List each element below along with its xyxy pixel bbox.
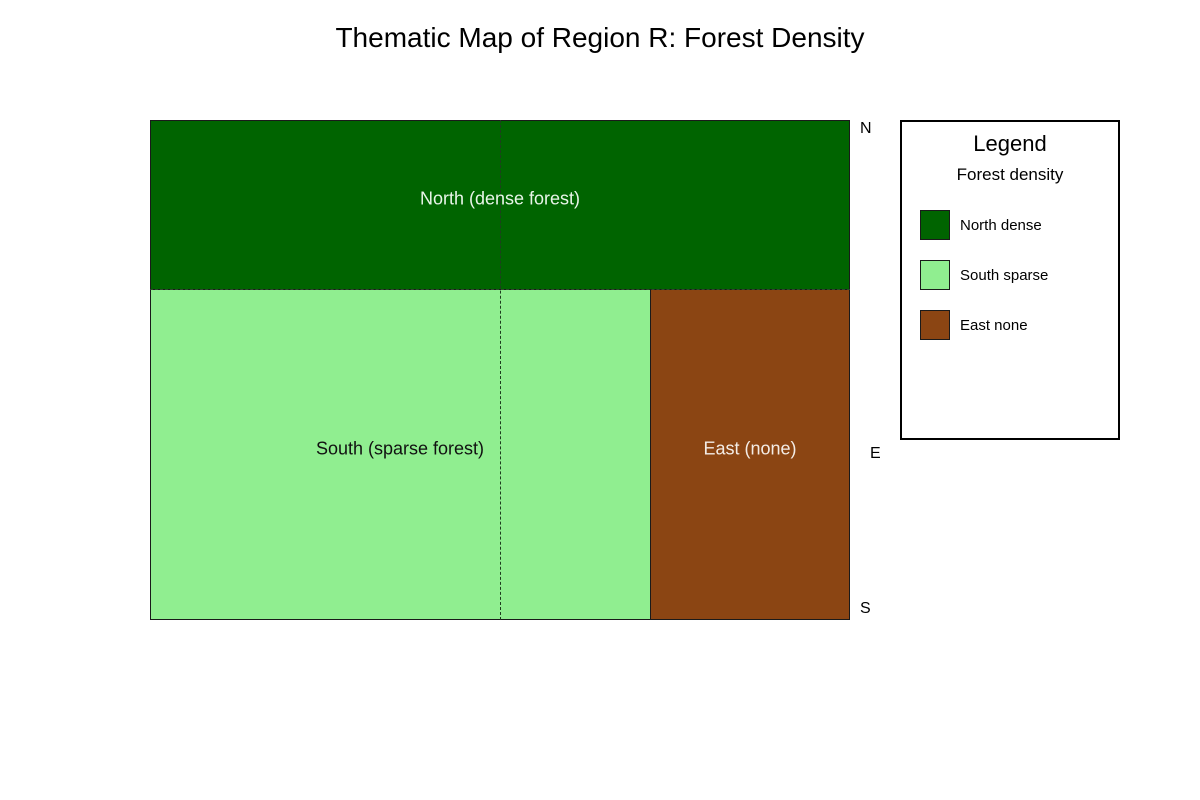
legend-title: Legend bbox=[973, 131, 1047, 156]
legend-subtitle: Forest density bbox=[956, 165, 1064, 184]
region-east-label: East (none) bbox=[703, 438, 797, 459]
compass-north-label: N bbox=[860, 120, 872, 137]
compass-south-label: S bbox=[860, 600, 871, 617]
region-south-label: South (sparse forest) bbox=[315, 438, 485, 459]
legend-label-north: North dense bbox=[960, 217, 1042, 234]
legend-label-south: South sparse bbox=[960, 267, 1049, 284]
legend-swatch-east bbox=[920, 310, 950, 340]
legend-label-east: East none bbox=[960, 317, 1028, 334]
map-title: Thematic Map of Region R: Forest Density bbox=[335, 22, 865, 53]
region-north-label: North (dense forest) bbox=[419, 188, 581, 209]
legend-swatch-south bbox=[920, 260, 950, 290]
legend: Legend Forest density North dense South … bbox=[900, 120, 1120, 440]
map-area: North (dense forest) South (sparse fores… bbox=[150, 120, 850, 620]
legend-item-south: South sparse bbox=[920, 260, 1110, 290]
compass-east-label: E bbox=[870, 445, 881, 462]
legend-item-north: North dense bbox=[920, 210, 1110, 240]
legend-swatch-north bbox=[920, 210, 950, 240]
legend-item-east: East none bbox=[920, 310, 1110, 340]
